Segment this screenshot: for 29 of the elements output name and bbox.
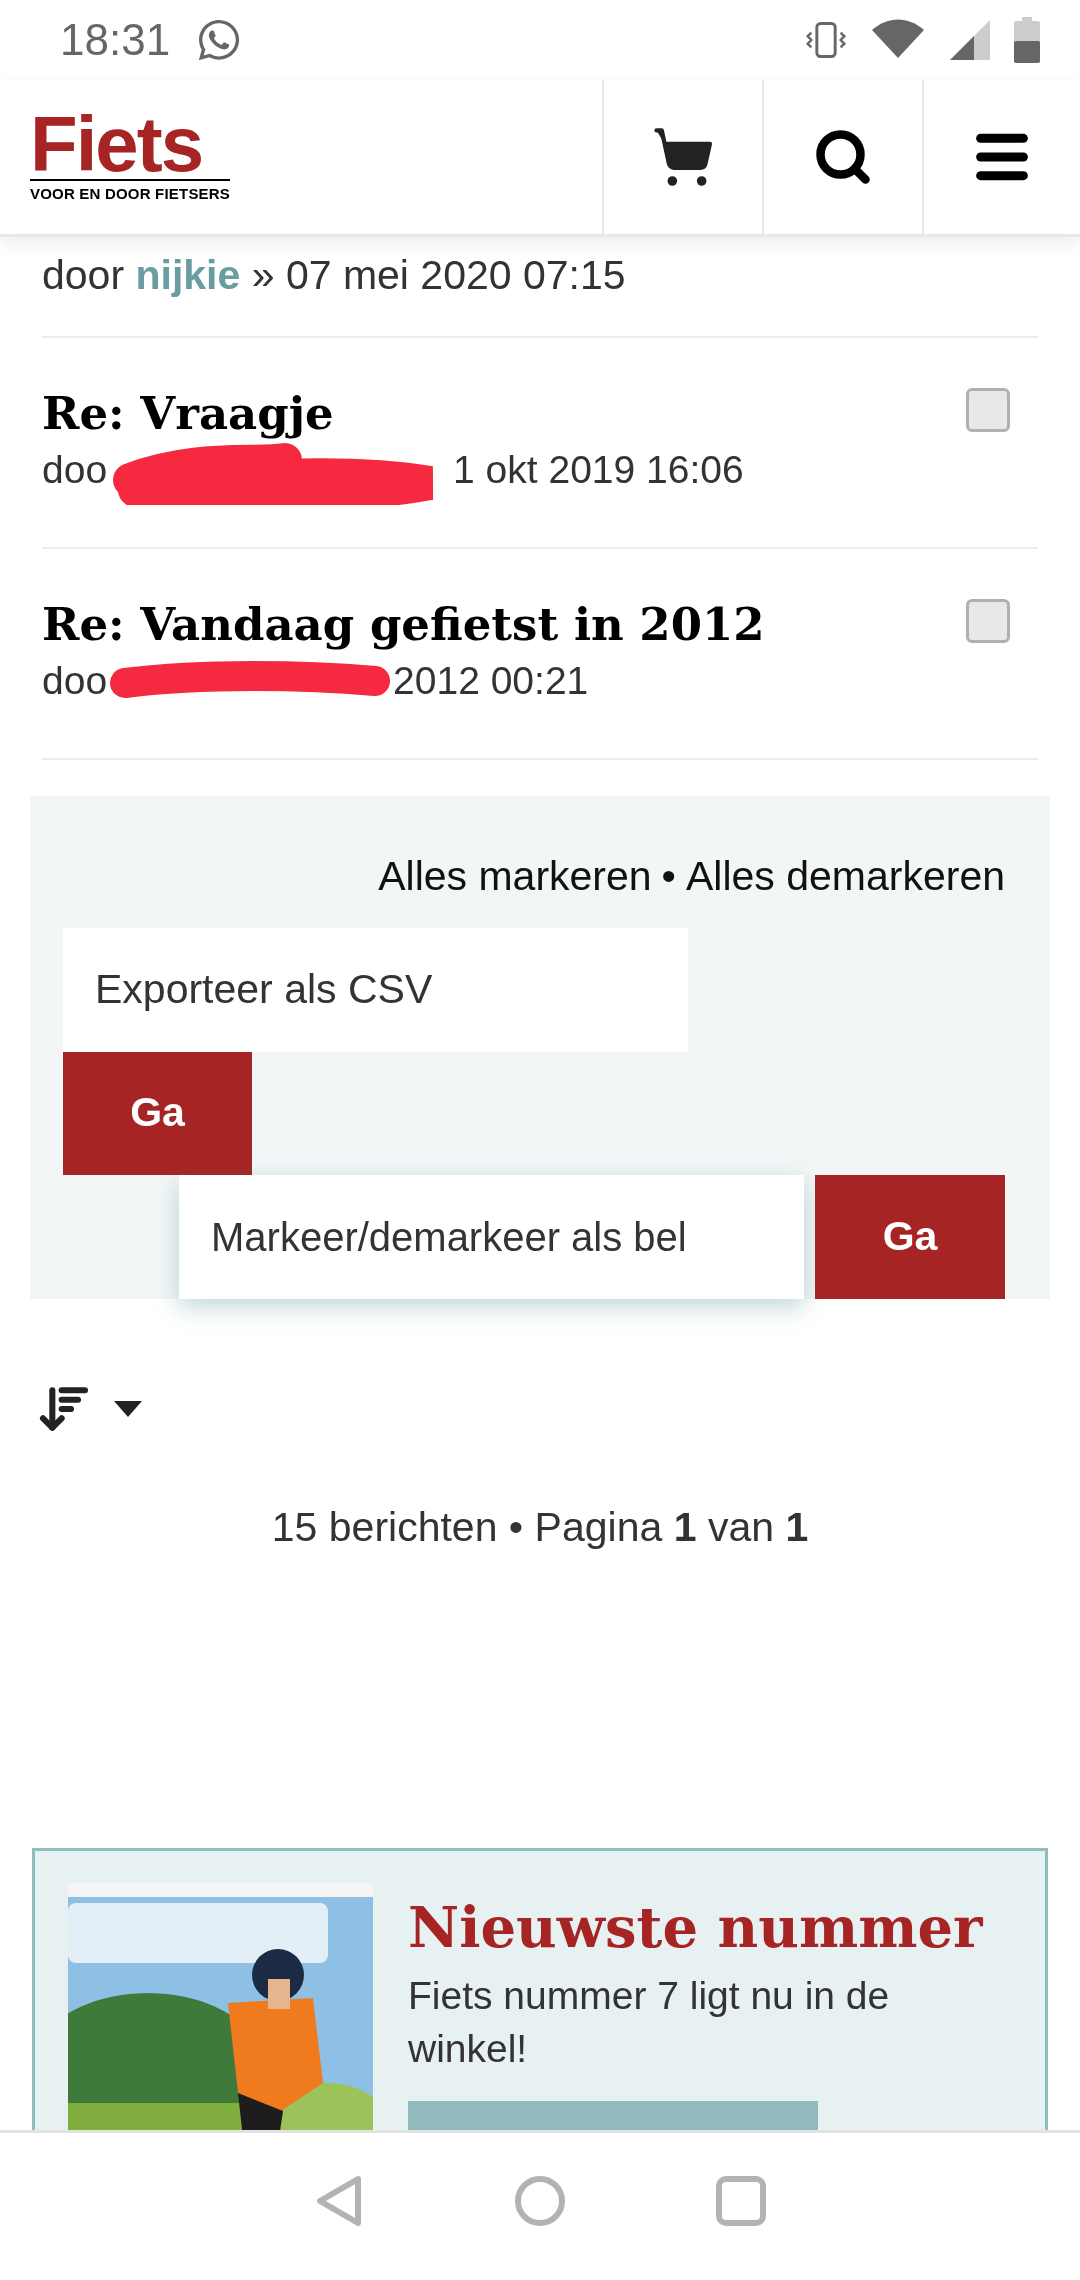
post-meta: doo — [42, 446, 108, 493]
promo-text: Fiets nummer 7 ligt nu in de winkel! — [408, 1973, 891, 2072]
battery-icon — [1014, 17, 1040, 63]
unmark-all-link[interactable]: Alles demarkeren — [685, 846, 1005, 908]
post-meta: doo — [42, 657, 108, 704]
caret-icon[interactable] — [114, 1400, 142, 1417]
cart-icon[interactable] — [651, 125, 715, 189]
post-meta: door nijkie » 07 mei 2020 07:15 — [42, 251, 627, 300]
pagination-text: 15 berichten • Pagina 1 van 1 — [271, 1502, 809, 1552]
go-button[interactable]: Ga — [63, 1051, 252, 1175]
post-meta: 1 okt 2019 16:06 — [453, 446, 744, 493]
search-icon[interactable] — [813, 127, 873, 187]
export-select[interactable]: Exporteer als CSV — [63, 927, 688, 1052]
select-checkbox[interactable] — [966, 388, 1010, 432]
mark-all-link[interactable]: Alles markeren — [378, 846, 652, 908]
select-checkbox[interactable] — [966, 599, 1010, 643]
post-title-link[interactable]: Re: Vandaag gefietst in 2012 — [42, 597, 765, 653]
recents-icon[interactable] — [716, 2175, 766, 2226]
promo-title: Nieuwste nummer — [408, 1893, 984, 1962]
site-logo[interactable]: Fiets VOOR EN DOOR FIETSERS — [30, 108, 231, 206]
mark-select[interactable]: Markeer/demarkeer als bel — [179, 1174, 804, 1299]
signal-icon — [948, 18, 992, 62]
back-icon[interactable] — [314, 2173, 364, 2228]
go-button[interactable]: Ga — [815, 1174, 1005, 1299]
separator-dot: • — [661, 852, 676, 901]
status-time: 18:31 — [60, 14, 171, 66]
post-title-link[interactable]: Re: Vraagje — [42, 386, 744, 442]
post-meta: 2012 00:21 — [393, 657, 589, 704]
home-icon[interactable] — [514, 2174, 566, 2227]
